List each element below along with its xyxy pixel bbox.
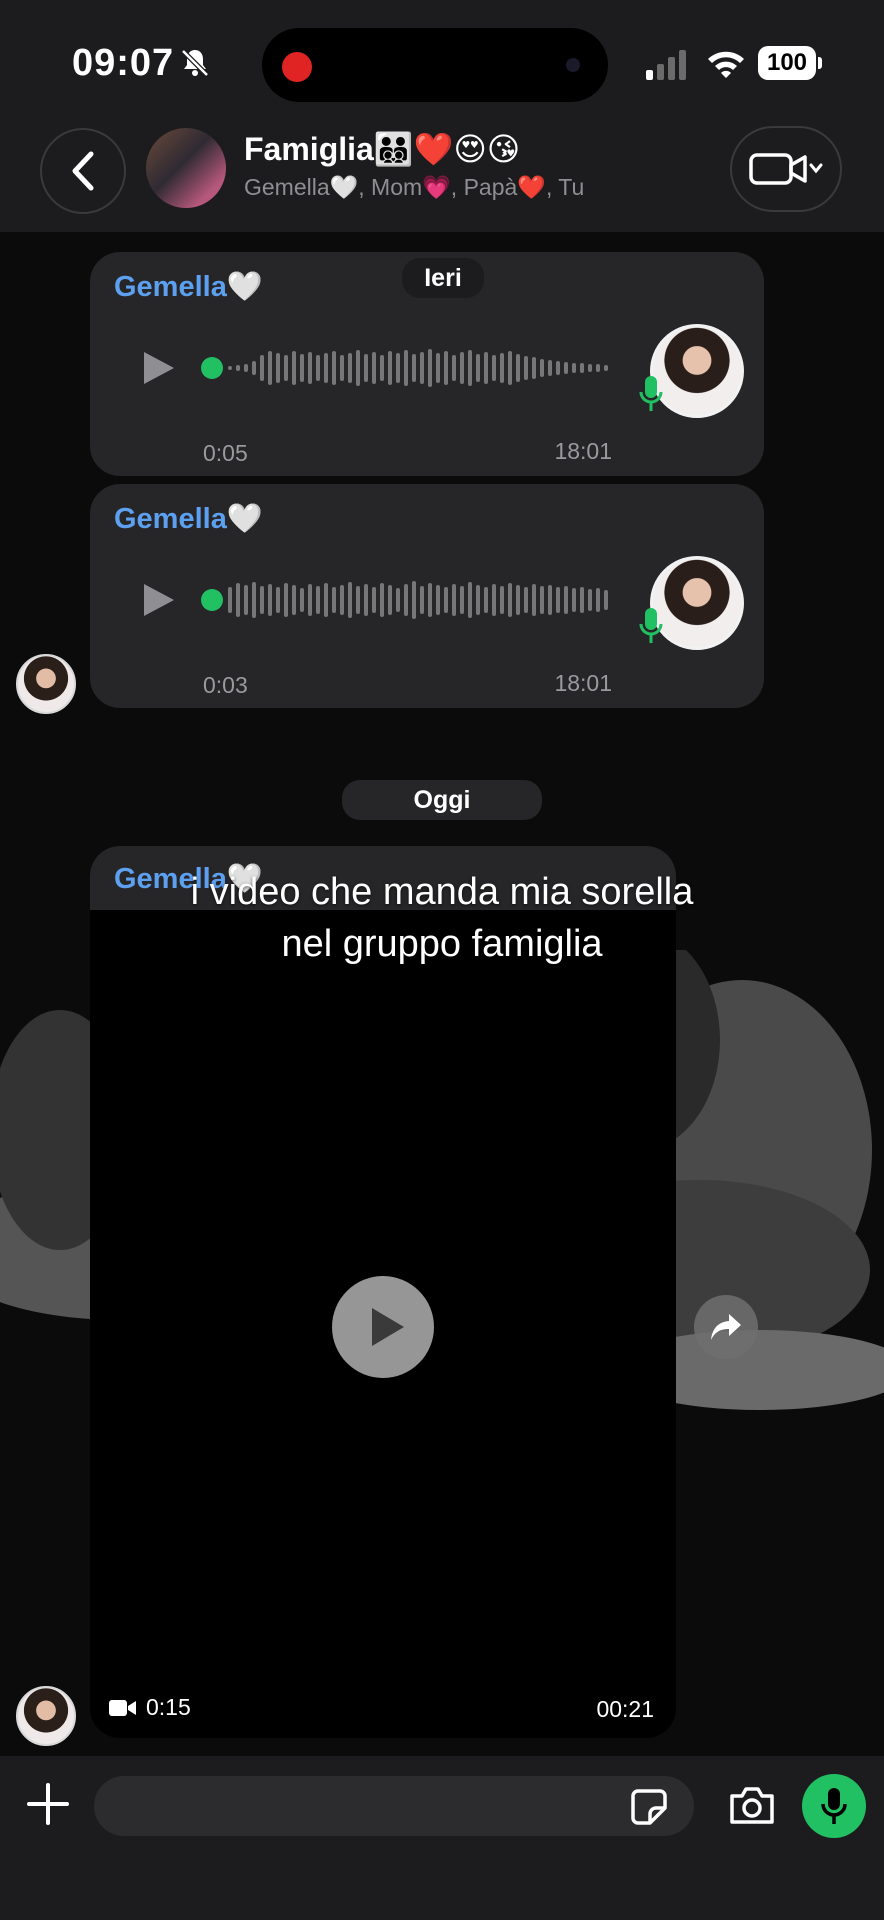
- chat-header: Famiglia🧑‍🧑‍🧒‍🧒❤️😍😘 Gemella🤍, Mom💗, Papà…: [0, 120, 884, 232]
- group-name[interactable]: Famiglia🧑‍🧑‍🧒‍🧒❤️😍😘: [244, 130, 520, 168]
- battery-nub: [818, 57, 822, 69]
- microphone-icon: [639, 608, 663, 643]
- caption-line-1: i video che manda mia sorella: [190, 871, 694, 913]
- video-duration-label: 0:15: [146, 1694, 191, 1720]
- voice-message[interactable]: Gemella🤍: [90, 484, 764, 708]
- status-time: 09:07: [72, 42, 175, 84]
- sticker-icon[interactable]: [630, 1788, 668, 1826]
- battery-level: 100: [758, 46, 816, 80]
- recording-dot-icon: [282, 52, 312, 82]
- wifi-icon: [708, 51, 744, 78]
- chevron-left-icon: [72, 151, 94, 191]
- forward-button[interactable]: [694, 1295, 758, 1359]
- message-time: 18:01: [554, 670, 612, 696]
- sender-avatar: [650, 556, 744, 650]
- sender-side-avatar[interactable]: [16, 1686, 76, 1746]
- message-composer: [0, 1756, 884, 1920]
- microphone-icon: [821, 1788, 847, 1824]
- video-caption-overlay: i video che manda mia sorella nel gruppo…: [0, 866, 884, 970]
- back-button[interactable]: [40, 128, 126, 214]
- video-call-button[interactable]: [730, 126, 842, 212]
- voice-record-button[interactable]: [802, 1774, 866, 1838]
- microphone-icon: [639, 376, 663, 411]
- date-separator-today: Oggi: [342, 780, 542, 820]
- video-message[interactable]: Gemella🤍 0:15 00:21: [90, 846, 676, 1738]
- sender-avatar: [650, 324, 744, 418]
- date-separator-yesterday: Ieri: [402, 258, 484, 298]
- video-play-button[interactable]: [332, 1276, 434, 1378]
- message-input[interactable]: [94, 1776, 694, 1836]
- voice-duration: 0:05: [203, 440, 248, 466]
- group-members[interactable]: Gemella🤍, Mom💗, Papà❤️, Tu: [244, 174, 584, 201]
- camera-icon[interactable]: [728, 1784, 776, 1826]
- play-icon[interactable]: [140, 580, 178, 620]
- battery-indicator: 100: [758, 46, 822, 80]
- status-bar: 09:07 100: [0, 0, 884, 120]
- video-camera-icon: [109, 1699, 136, 1716]
- video-duration: 0:15: [108, 1694, 191, 1721]
- silent-bell-icon: [181, 49, 209, 77]
- audio-waveform[interactable]: [200, 343, 700, 393]
- plus-icon[interactable]: [26, 1782, 70, 1826]
- message-sender: Gemella🤍: [114, 503, 263, 535]
- message-time: 00:21: [596, 1696, 654, 1722]
- message-sender: Gemella🤍: [114, 271, 263, 303]
- caption-line-2: nel gruppo famiglia: [281, 923, 603, 965]
- play-icon[interactable]: [140, 348, 178, 388]
- message-time: 18:01: [554, 438, 612, 464]
- group-avatar[interactable]: [146, 128, 226, 208]
- play-icon: [372, 1308, 404, 1346]
- sender-side-avatar[interactable]: [16, 654, 76, 714]
- voice-duration: 0:03: [203, 672, 248, 698]
- forward-arrow-icon: [711, 1314, 741, 1340]
- dynamic-island: [262, 28, 608, 102]
- camera-lens-icon: [566, 58, 580, 72]
- video-camera-icon: [749, 153, 823, 185]
- cellular-signal-icon: [646, 50, 686, 80]
- audio-waveform[interactable]: [200, 575, 700, 625]
